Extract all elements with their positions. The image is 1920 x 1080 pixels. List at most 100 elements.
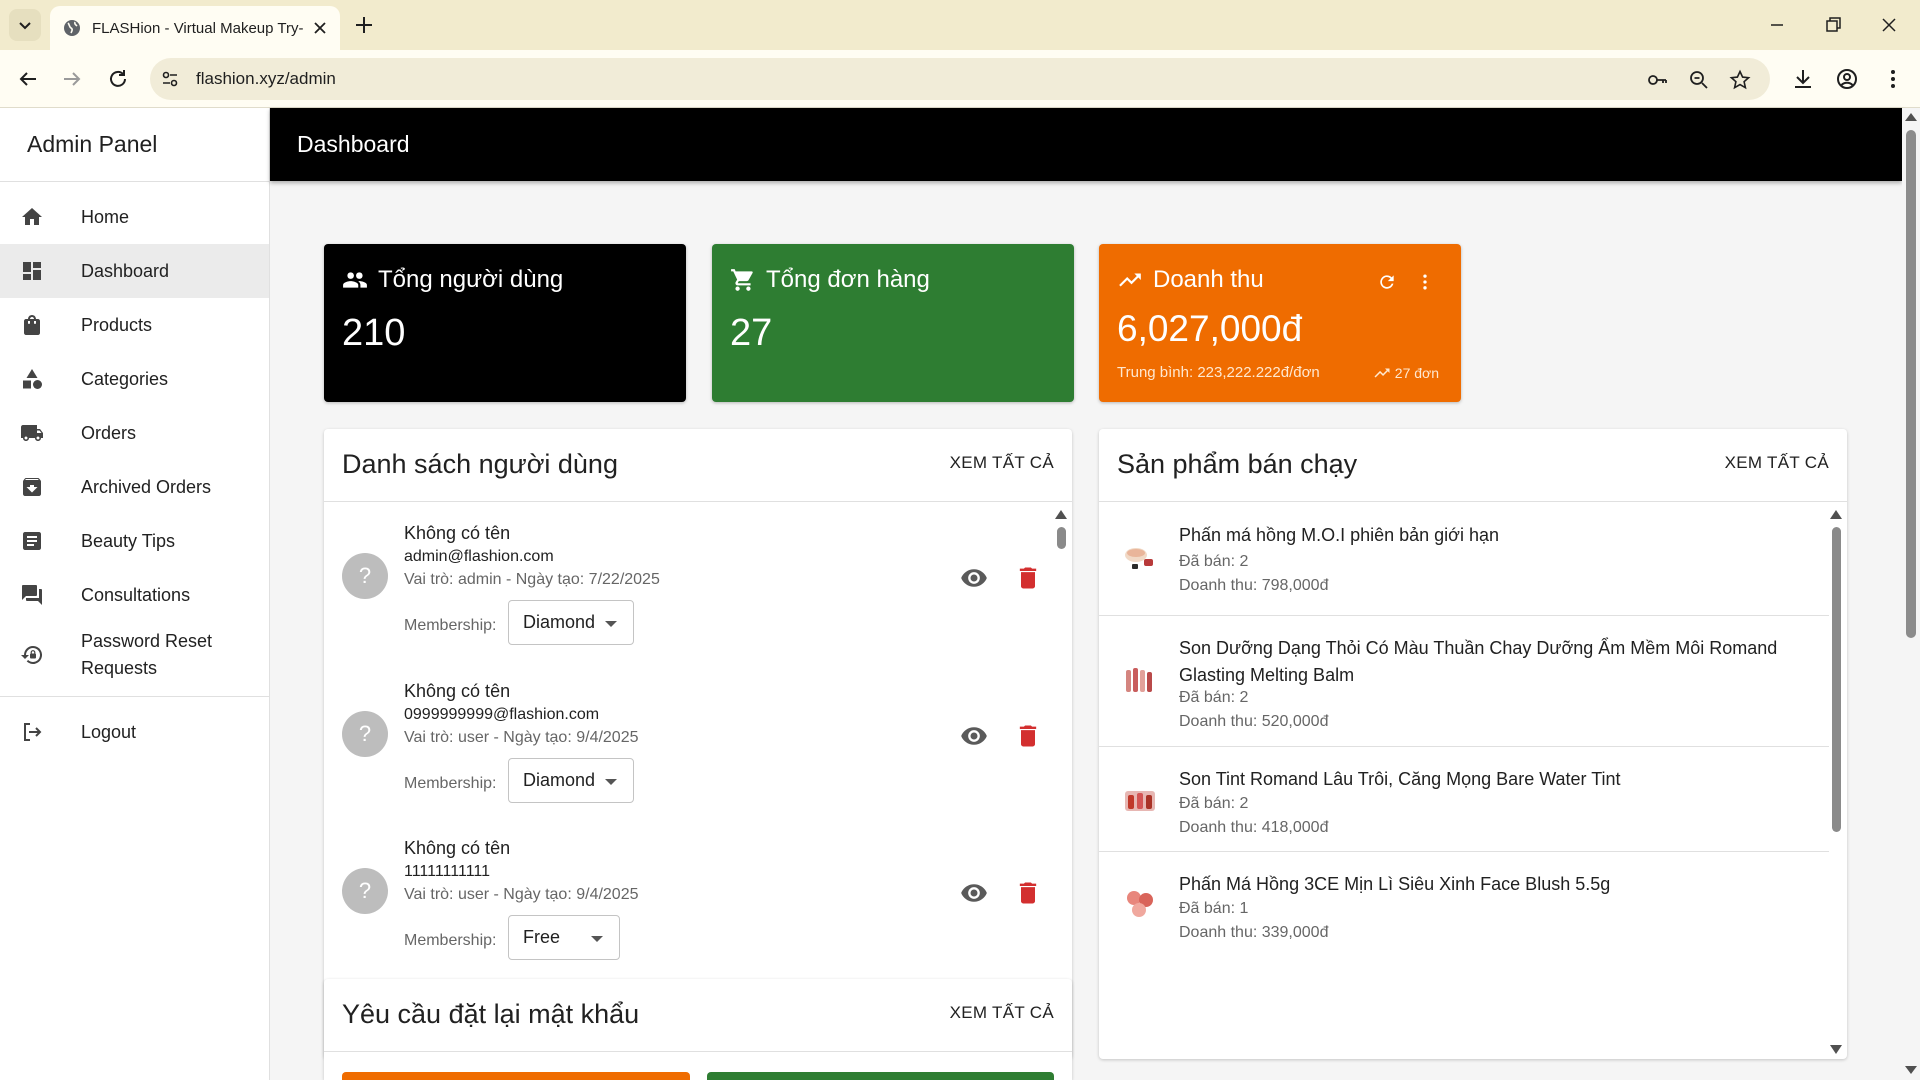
reload-icon[interactable] — [104, 65, 132, 93]
minimize-icon[interactable] — [1764, 12, 1790, 38]
reset-view-all-link[interactable]: XEM TẤT CẢ — [950, 1003, 1054, 1023]
stat-label: Doanh thu — [1153, 266, 1264, 293]
user-email: 11111111111 — [404, 863, 491, 880]
list-item[interactable]: Phấn Má Hồng 3CE Mịn Lì Siêu Xinh Face B… — [1099, 852, 1829, 962]
membership-select[interactable]: Diamond — [508, 758, 634, 803]
delete-icon[interactable] — [1014, 564, 1042, 592]
list-item[interactable]: Son Dưỡng Dạng Thỏi Có Màu Thuần Chay Dư… — [1099, 616, 1829, 747]
membership-label: Membership: — [404, 617, 497, 634]
sidebar-item-products[interactable]: Products — [0, 298, 269, 352]
user-email: admin@flashion.com — [404, 548, 554, 565]
site-settings-icon[interactable] — [160, 69, 180, 89]
reset-action-card-pending[interactable] — [342, 1072, 690, 1080]
more-vert-icon[interactable] — [1880, 66, 1906, 92]
browser-tab[interactable]: FLASHion - Virtual Makeup Try- — [50, 6, 340, 50]
eye-icon[interactable] — [960, 564, 988, 592]
sidebar-item-logout[interactable]: Logout — [0, 705, 269, 759]
browser-toolbar: flashion.xyz/admin — [0, 50, 1920, 108]
eye-icon[interactable] — [960, 722, 988, 750]
sidebar-item-orders[interactable]: Orders — [0, 406, 269, 460]
product-thumbnail — [1117, 880, 1163, 926]
eye-icon[interactable] — [960, 879, 988, 907]
download-icon[interactable] — [1790, 66, 1816, 92]
sidebar-divider — [0, 696, 269, 697]
sidebar-item-password-reset-requests[interactable]: Password Reset Requests — [0, 622, 269, 688]
cart-icon — [731, 269, 753, 291]
key-icon[interactable] — [1646, 69, 1668, 91]
delete-icon[interactable] — [1014, 722, 1042, 750]
refresh-icon[interactable] — [1377, 272, 1397, 292]
page-scrollbar[interactable] — [1902, 108, 1920, 1080]
scroll-up-arrow[interactable] — [1830, 510, 1842, 519]
list-item[interactable]: Phấn má hồng M.O.I phiên bản giới hạn Đã… — [1099, 503, 1829, 616]
close-icon[interactable] — [310, 18, 330, 38]
scroll-thumb[interactable] — [1832, 527, 1841, 832]
new-tab-icon[interactable] — [352, 13, 376, 37]
sidebar-item-archived-orders[interactable]: Archived Orders — [0, 460, 269, 514]
product-revenue: Doanh thu: 339,000đ — [1179, 924, 1329, 941]
admin-app: Admin Panel Home Dashboard Products Cate… — [0, 108, 1920, 1080]
product-thumbnail — [1117, 777, 1163, 823]
more-vert-icon[interactable] — [1415, 272, 1435, 292]
address-bar[interactable]: flashion.xyz/admin — [150, 58, 1770, 100]
sidebar-item-home[interactable]: Home — [0, 190, 269, 244]
user-name: Không có tên — [404, 681, 511, 701]
scroll-thumb[interactable] — [1906, 130, 1916, 638]
scroll-thumb[interactable] — [1057, 527, 1066, 549]
star-icon[interactable] — [1729, 69, 1751, 91]
list-item: ? Không có tên 11111111111 Vai trò: user… — [324, 818, 1064, 976]
sidebar-item-dashboard[interactable]: Dashboard — [0, 244, 269, 298]
category-icon — [23, 369, 42, 389]
product-revenue: Doanh thu: 798,000đ — [1179, 577, 1329, 594]
dashboard-icon — [23, 262, 41, 280]
user-meta: Vai trò: admin - Ngày tạo: 7/22/2025 — [404, 571, 660, 588]
tab-search-button[interactable] — [9, 9, 41, 41]
sidebar-item-label: Dashboard — [81, 260, 170, 281]
reset-action-card-done[interactable] — [707, 1072, 1054, 1080]
url-text: flashion.xyz/admin — [196, 69, 336, 88]
reset-requests-panel: Yêu cầu đặt lại mật khẩu XEM TẤT CẢ — [324, 979, 1072, 1080]
restore-icon[interactable] — [1820, 12, 1846, 38]
scroll-down-arrow[interactable] — [1905, 1066, 1917, 1074]
zoom-icon[interactable] — [1688, 69, 1710, 91]
panel-title: Sản phẩm bán chạy — [1117, 449, 1358, 479]
products-list-scrollbar[interactable] — [1825, 503, 1847, 1059]
caret-down-icon — [605, 779, 617, 785]
stat-value: 27 — [730, 312, 773, 354]
profile-icon[interactable] — [1834, 66, 1860, 92]
products-list: Phấn má hồng M.O.I phiên bản giới hạn Đã… — [1099, 503, 1847, 1059]
scroll-up-arrow[interactable] — [1055, 510, 1067, 519]
chevron-down-icon — [19, 22, 31, 30]
users-view-all-link[interactable]: XEM TẤT CẢ — [950, 453, 1054, 473]
delete-icon[interactable] — [1014, 879, 1042, 907]
list-item[interactable]: Son Tint Romand Lâu Trôi, Căng Mọng Bare… — [1099, 747, 1829, 852]
users-list-scrollbar[interactable] — [1050, 503, 1072, 1059]
forum-icon — [22, 585, 42, 605]
avatar: ? — [342, 711, 388, 757]
badge-text: 27 đơn — [1394, 365, 1439, 381]
membership-select[interactable]: Free — [508, 915, 620, 960]
sidebar-item-beauty-tips[interactable]: Beauty Tips — [0, 514, 269, 568]
caret-down-icon — [591, 936, 603, 942]
products-view-all-link[interactable]: XEM TẤT CẢ — [1725, 453, 1829, 473]
product-sold: Đã bán: 2 — [1179, 689, 1249, 706]
sidebar-item-categories[interactable]: Categories — [0, 352, 269, 406]
product-revenue: Doanh thu: 418,000đ — [1179, 819, 1329, 836]
users-list: ? Không có tên admin@flashion.com Vai tr… — [324, 503, 1072, 1059]
window-close-icon[interactable] — [1876, 12, 1902, 38]
membership-label: Membership: — [404, 932, 497, 949]
stat-value: 210 — [342, 312, 406, 354]
list-item: ? Không có tên 0999999999@flashion.com V… — [324, 661, 1064, 819]
membership-value: Diamond — [523, 612, 596, 632]
stat-card-revenue: Doanh thu 6,027,000đ Trung bình: 223,222… — [1099, 244, 1461, 402]
scroll-down-arrow[interactable] — [1830, 1045, 1842, 1054]
back-arrow-icon[interactable] — [14, 65, 42, 93]
scroll-up-arrow[interactable] — [1905, 113, 1917, 121]
forward-arrow-icon[interactable] — [58, 65, 86, 93]
product-sold: Đã bán: 2 — [1179, 553, 1249, 570]
membership-select[interactable]: Diamond — [508, 600, 634, 645]
panel-title: Danh sách người dùng — [342, 449, 618, 479]
product-name: Son Tint Romand Lâu Trôi, Căng Mọng Bare… — [1179, 769, 1621, 789]
sidebar-item-consultations[interactable]: Consultations — [0, 568, 269, 622]
stat-value: 6,027,000đ — [1117, 308, 1303, 349]
